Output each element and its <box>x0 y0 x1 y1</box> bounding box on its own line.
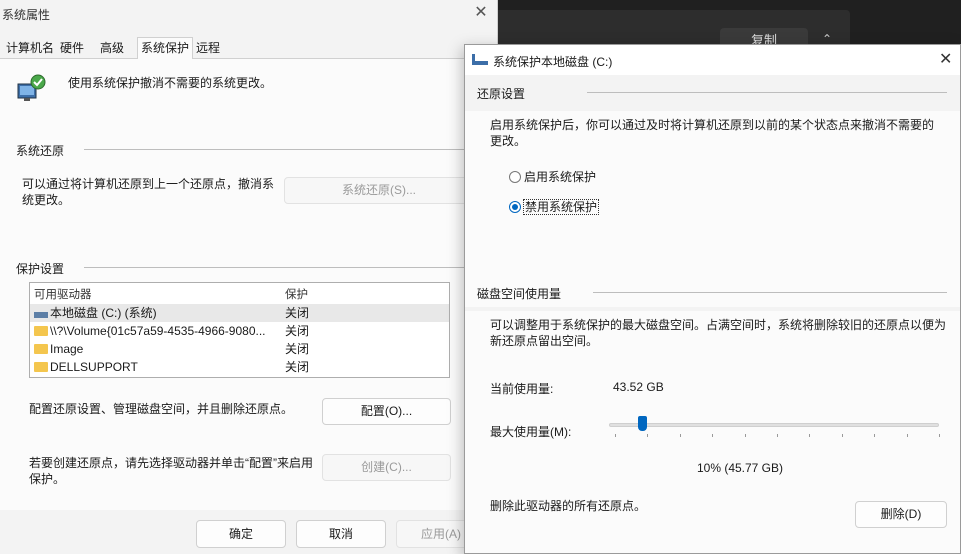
restore-description: 可以通过将计算机还原到上一个还原点，撤消系统更改。 <box>22 177 275 207</box>
dialog-title: 系统保护本地磁盘 (C:) <box>493 55 613 69</box>
divider <box>587 92 947 93</box>
folder-icon <box>34 326 48 336</box>
slider-tick <box>939 434 940 437</box>
system-restore-button[interactable]: 系统还原(S)... <box>284 177 474 204</box>
create-description: 若要创建还原点，请先选择驱动器并单击“配置”来启用保护。 <box>29 456 313 486</box>
system-protection-icon <box>17 74 46 101</box>
drive-name: DELLSUPPORT <box>50 360 138 374</box>
divider <box>84 149 484 150</box>
current-usage-label: 当前使用量: <box>490 382 554 396</box>
tab-computer-name[interactable]: 计算机名 <box>3 38 57 58</box>
radio-button[interactable] <box>509 201 521 213</box>
disable-protection-radio[interactable]: 禁用系统保护 <box>509 198 600 215</box>
radio-button[interactable] <box>509 171 521 183</box>
folder-icon <box>34 362 48 372</box>
tab-remote[interactable]: 远程 <box>193 38 223 58</box>
tab-system-protection[interactable]: 系统保护 <box>137 37 194 59</box>
protection-status: 关闭 <box>285 324 310 338</box>
window-title: 系统属性 <box>2 8 51 22</box>
configure-description: 配置还原设置、管理磁盘空间，并且删除还原点。 <box>29 402 294 416</box>
slider-tick <box>647 434 649 437</box>
slider-thumb[interactable] <box>638 416 647 431</box>
protection-status: 关闭 <box>285 342 310 356</box>
restore-settings-heading: 还原设置 <box>477 87 526 101</box>
close-icon[interactable]: ✕ <box>470 2 492 24</box>
system-properties-window: 系统属性 ✕ 计算机名 硬件 高级 系统保护 远程 使用系统保护撤消不需要的系统… <box>0 0 498 554</box>
slider-tick <box>679 434 681 437</box>
system-protection-dialog: 系统保护本地磁盘 (C:) ✕ 还原设置 启用系统保护后，你可以通过及时将计算机… <box>464 44 961 554</box>
restore-description: 启用系统保护后，你可以通过及时将计算机还原到以前的某个状态点来撤消不需要的更改。 <box>490 118 935 148</box>
cancel-button[interactable]: 取消 <box>296 520 386 548</box>
tab-advanced[interactable]: 高级 <box>97 38 127 58</box>
drive-name: 本地磁盘 (C:) (系统) <box>50 306 157 320</box>
list-item[interactable]: Image 关闭 <box>30 340 449 358</box>
drive-name: \\?\Volume{01c57a59-4535-4966-9080... <box>50 324 266 338</box>
max-usage-label: 最大使用量(M): <box>490 425 572 439</box>
system-restore-heading: 系统还原 <box>16 144 65 158</box>
close-icon[interactable]: ✕ <box>939 49 952 69</box>
divider <box>84 267 484 268</box>
drive-name: Image <box>50 342 84 356</box>
enable-protection-radio[interactable]: 启用系统保护 <box>509 168 596 185</box>
slider-tick <box>841 434 843 437</box>
current-usage-value: 43.52 GB <box>613 380 664 394</box>
divider <box>593 292 947 293</box>
delete-button[interactable]: 删除(D) <box>855 501 947 528</box>
max-usage-slider[interactable] <box>609 423 939 427</box>
slider-tick <box>615 434 616 437</box>
ok-button[interactable]: 确定 <box>196 520 286 548</box>
dialog-titlebar: 系统保护本地磁盘 (C:) ✕ <box>465 45 960 75</box>
disk-usage-heading: 磁盘空间使用量 <box>477 287 562 301</box>
max-usage-value: 10% (45.77 GB) <box>696 461 784 475</box>
protection-status: 关闭 <box>285 306 310 320</box>
list-item[interactable]: DELLSUPPORT 关闭 <box>30 358 449 376</box>
tab-hardware[interactable]: 硬件 <box>57 38 87 58</box>
slider-tick <box>906 434 908 437</box>
radio-label: 启用系统保护 <box>524 170 597 184</box>
slider-tick <box>809 434 811 437</box>
list-item[interactable]: 本地磁盘 (C:) (系统) 关闭 <box>30 304 449 322</box>
drive-icon <box>472 54 488 65</box>
list-item[interactable]: \\?\Volume{01c57a59-4535-4966-9080... 关闭 <box>30 322 449 340</box>
protection-status: 关闭 <box>285 360 310 374</box>
slider-tick <box>712 434 714 437</box>
slider-tick <box>777 434 778 437</box>
radio-label: 禁用系统保护 <box>522 199 600 215</box>
delete-description: 删除此驱动器的所有还原点。 <box>490 499 647 513</box>
intro-text: 使用系统保护撤消不需要的系统更改。 <box>68 76 273 90</box>
drive-icon <box>34 312 48 318</box>
column-header-drives[interactable]: 可用驱动器 <box>34 286 92 302</box>
drive-list[interactable]: 可用驱动器 保护 本地磁盘 (C:) (系统) 关闭 \\?\Volume{01… <box>29 282 450 378</box>
configure-button[interactable]: 配置(O)... <box>322 398 451 425</box>
protection-settings-heading: 保护设置 <box>16 262 65 276</box>
slider-tick <box>744 434 746 437</box>
disk-usage-description: 可以调整用于系统保护的最大磁盘空间。占满空间时，系统将删除较旧的还原点以便为新还… <box>490 318 947 348</box>
column-header-protection[interactable]: 保护 <box>285 286 308 302</box>
dialog-body: 还原设置 启用系统保护后，你可以通过及时将计算机还原到以前的某个状态点来撤消不需… <box>465 75 960 553</box>
slider-tick <box>874 434 876 437</box>
folder-icon <box>34 344 48 354</box>
create-button[interactable]: 创建(C)... <box>322 454 451 481</box>
